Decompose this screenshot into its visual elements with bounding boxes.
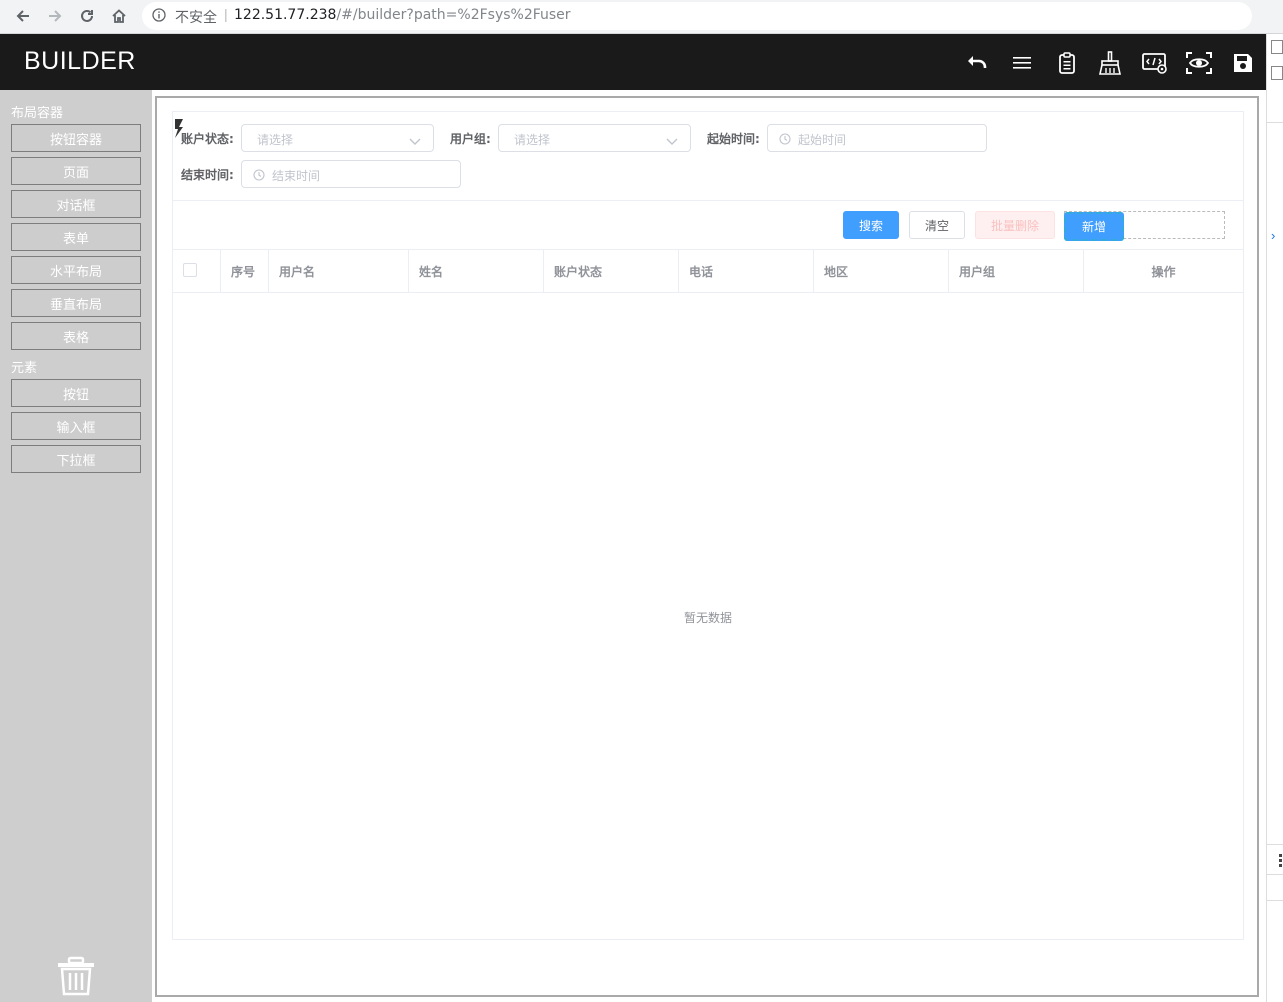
code-icon[interactable]: [1142, 50, 1168, 76]
table-header-cell[interactable]: 地区: [814, 250, 949, 292]
user-group-select[interactable]: 请选择: [498, 124, 691, 152]
user-group-label: 用户组:: [450, 132, 491, 146]
back-icon[interactable]: [12, 5, 34, 27]
table-header-cell[interactable]: 用户组: [949, 250, 1084, 292]
sidebar-item-button-container[interactable]: 按钮容器: [11, 124, 141, 152]
sidebar-item-vertical-layout[interactable]: 垂直布局: [11, 289, 141, 317]
sidebar-item-dialog[interactable]: 对话框: [11, 190, 141, 218]
table-header-cell[interactable]: 账户状态: [544, 250, 679, 292]
preview-eye-icon[interactable]: [1186, 50, 1212, 76]
sidebar-item-input[interactable]: 输入框: [11, 412, 141, 440]
table-header-cell[interactable]: 用户名: [269, 250, 409, 292]
chevron-down-icon: [666, 133, 678, 151]
layout-section-title: 布局容器: [11, 105, 64, 120]
app-title: BUILDER: [24, 47, 136, 75]
save-icon[interactable]: [1230, 50, 1256, 76]
end-time-placeholder: 结束时间: [272, 169, 321, 183]
home-icon[interactable]: [108, 5, 130, 27]
table-header-cell[interactable]: 序号: [221, 250, 269, 292]
sidebar-item-table[interactable]: 表格: [11, 322, 141, 350]
url-host: 122.51.77.238: [234, 7, 337, 23]
url-text[interactable]: 122.51.77.238/#/builder?path=%2Fsys%2Fus…: [234, 7, 571, 23]
dock-icon[interactable]: [1271, 40, 1283, 54]
chevron-down-icon: [409, 133, 421, 151]
info-icon[interactable]: [152, 8, 166, 27]
empty-table-text: 暂无数据: [684, 611, 733, 625]
user-group-placeholder: 请选择: [514, 133, 551, 147]
strip-divider: [1267, 122, 1283, 123]
start-time-picker[interactable]: 起始时间: [767, 124, 987, 152]
table-header-checkbox-cell: [173, 250, 221, 292]
account-status-label: 账户状态:: [181, 132, 234, 146]
clock-icon: [779, 132, 791, 150]
url-path: /#/builder?path=%2Fsys%2Fuser: [336, 7, 571, 23]
end-time-picker[interactable]: 结束时间: [241, 160, 461, 188]
app-header: BUILDER: [0, 34, 1266, 90]
security-label: 不安全: [175, 10, 217, 26]
list-icon[interactable]: [1009, 50, 1035, 76]
browser-toolbar: 不安全 | 122.51.77.238/#/builder?path=%2Fsy…: [0, 0, 1283, 34]
sidebar-item-select[interactable]: 下拉框: [11, 445, 141, 473]
start-time-placeholder: 起始时间: [798, 133, 847, 147]
clock-icon: [253, 168, 265, 186]
trash-icon[interactable]: [56, 956, 96, 1001]
url-separator: |: [224, 6, 228, 22]
table-header-divider: [173, 292, 1243, 293]
start-time-label: 起始时间:: [707, 132, 760, 146]
batch-delete-button[interactable]: 批量删除: [975, 211, 1055, 239]
table-header-cell[interactable]: 电话: [679, 250, 814, 292]
select-all-checkbox[interactable]: [183, 263, 197, 277]
add-button[interactable]: 新增: [1064, 212, 1124, 241]
table-header-cell[interactable]: 操作: [1084, 250, 1243, 292]
broom-icon[interactable]: [1097, 50, 1123, 76]
clear-button[interactable]: 清空: [909, 211, 965, 239]
forward-icon[interactable]: [44, 5, 66, 27]
clipboard-icon[interactable]: [1054, 50, 1080, 76]
sidebar-item-form[interactable]: 表单: [11, 223, 141, 251]
undo-icon[interactable]: [964, 50, 990, 76]
element-section-title: 元素: [11, 360, 38, 375]
strip-divider: [1267, 874, 1283, 875]
account-status-placeholder: 请选择: [257, 133, 294, 147]
strip-divider: [1267, 844, 1283, 845]
reload-icon[interactable]: [76, 5, 98, 27]
sidebar-item-page[interactable]: 页面: [11, 157, 141, 185]
sidebar-item-button[interactable]: 按钮: [11, 379, 141, 407]
table-header-cell[interactable]: 姓名: [409, 250, 544, 292]
panel-icon[interactable]: [1271, 66, 1283, 80]
account-status-select[interactable]: 请选择: [241, 124, 434, 152]
form-divider: [173, 200, 1243, 201]
devtools-strip: ›: [1266, 34, 1283, 1002]
chevron-right-icon[interactable]: ›: [1271, 228, 1275, 243]
search-button[interactable]: 搜索: [843, 211, 899, 239]
strip-divider: [1267, 900, 1283, 901]
sidebar-item-horizontal-layout[interactable]: 水平布局: [11, 256, 141, 284]
end-time-label: 结束时间:: [181, 168, 234, 182]
more-icon[interactable]: [1279, 854, 1283, 873]
